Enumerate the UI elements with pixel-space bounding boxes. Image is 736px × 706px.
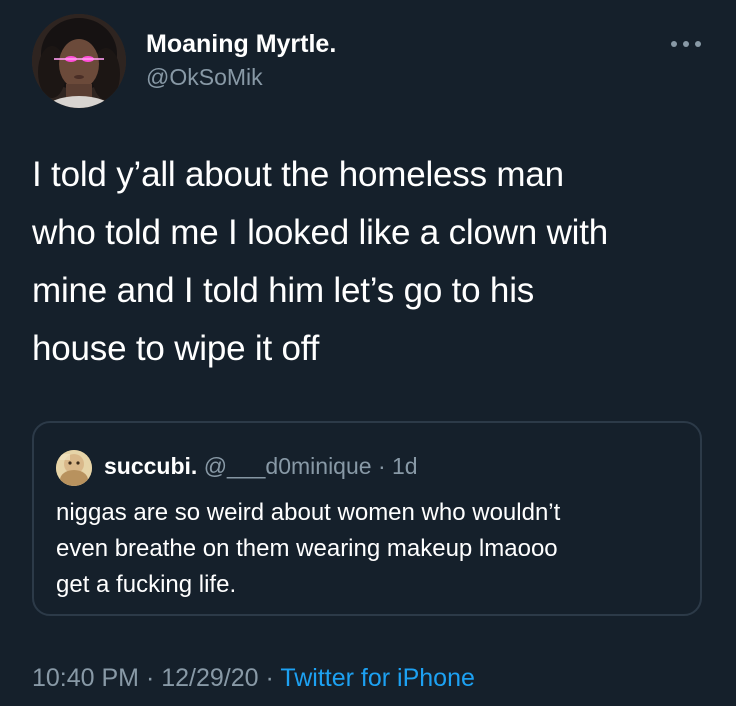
quoted-author-avatar[interactable] — [56, 450, 92, 486]
quoted-tweet[interactable]: succubi. @___d0minique · 1d niggas are s… — [32, 421, 702, 616]
quoted-separator: · — [377, 453, 386, 479]
quoted-author-photo — [56, 450, 92, 486]
author-handle[interactable]: @OkSoMik — [146, 64, 263, 91]
more-horizontal-icon[interactable] — [666, 36, 706, 52]
author-avatar[interactable] — [32, 14, 126, 108]
quoted-time[interactable]: 1d — [392, 453, 418, 479]
tweet-time[interactable]: 10:40 PM — [32, 664, 139, 692]
quoted-text: niggas are so weird about women who woul… — [56, 495, 686, 603]
meta-separator: · — [145, 664, 155, 692]
meta-separator: · — [265, 664, 274, 692]
tweet-date[interactable]: 12/29/20 — [161, 664, 258, 692]
tweet-source-link[interactable]: Twitter for iPhone — [280, 664, 475, 692]
quoted-author-name[interactable]: succubi. — [104, 453, 197, 479]
author-photo — [32, 14, 126, 108]
author-name[interactable]: Moaning Myrtle. — [146, 30, 336, 59]
quoted-text-line: niggas are so weird about women who woul… — [56, 499, 561, 526]
quoted-text-line: get a fucking life. — [56, 571, 237, 598]
tweet-text-line: mine and I told him let’s go to his — [32, 271, 535, 310]
tweet-text: I told y’all about the homeless man who … — [32, 146, 712, 378]
quoted-header: succubi. @___d0minique · 1d — [104, 453, 418, 480]
tweet-text-line: who told me I looked like a clown with — [32, 213, 609, 252]
quoted-author-handle[interactable]: @___d0minique — [204, 453, 372, 479]
quoted-text-line: even breathe on them wearing makeup lmao… — [56, 535, 558, 562]
tweet-meta: 10:40 PM · 12/29/20 · Twitter for iPhone — [32, 664, 475, 693]
tweet-text-line: I told y’all about the homeless man — [32, 155, 564, 194]
tweet-text-line: house to wipe it off — [32, 329, 320, 368]
